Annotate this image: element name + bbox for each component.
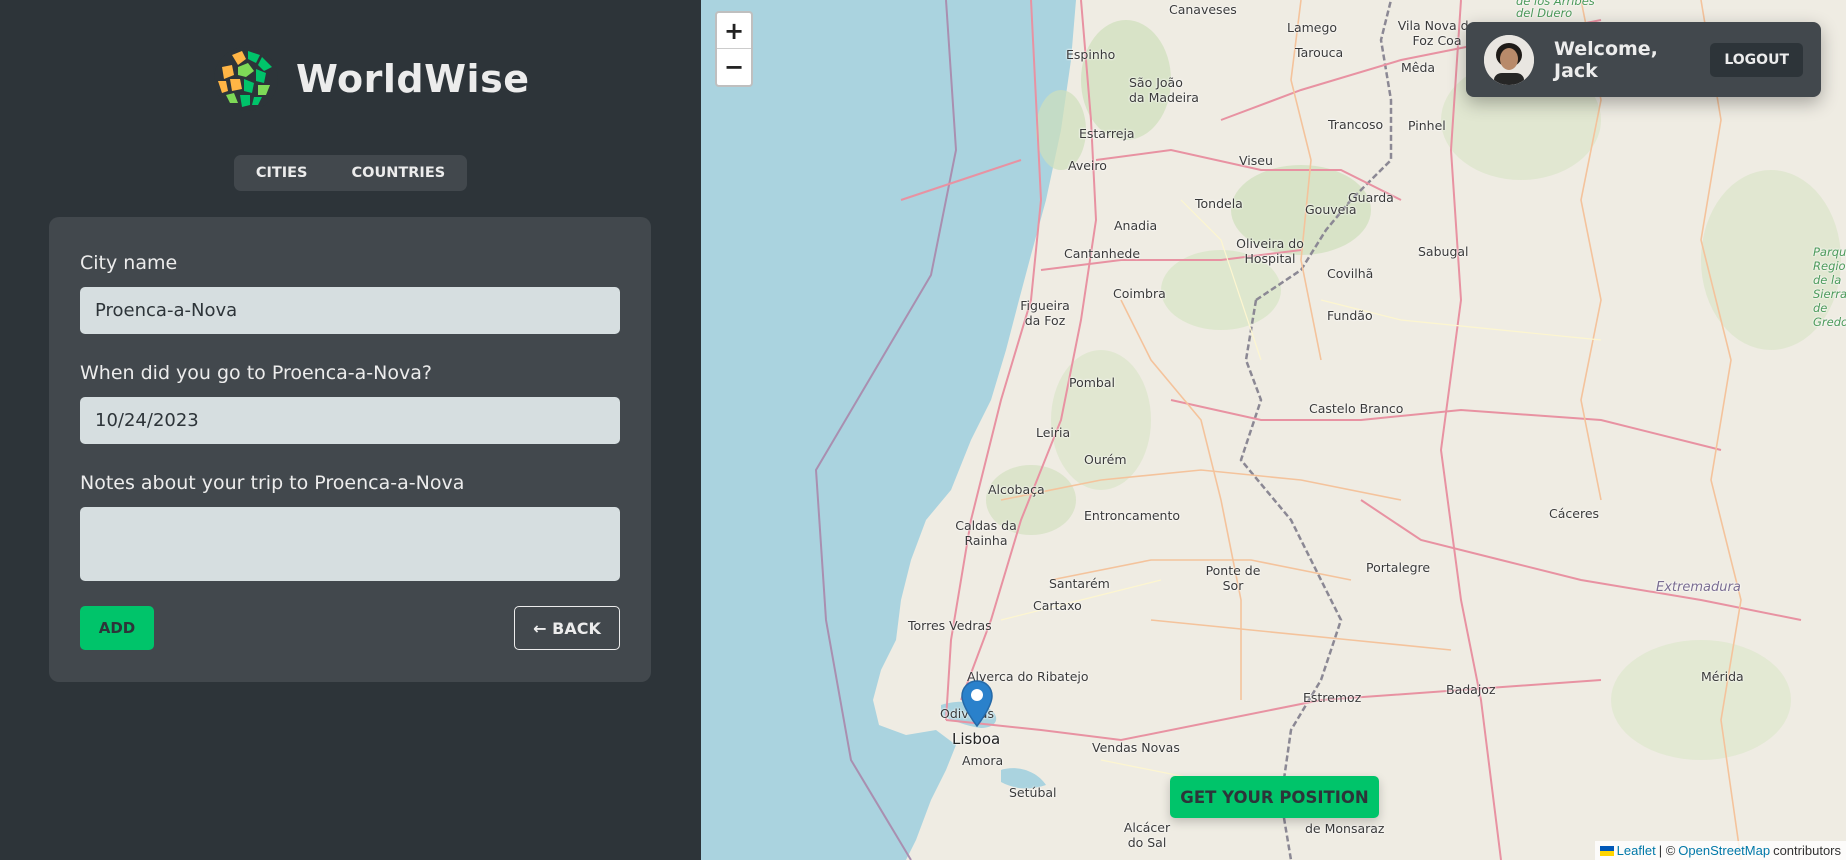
map-label: Oliveira do Hospital <box>1236 236 1304 266</box>
date-input[interactable]: 10/24/2023 <box>80 397 620 444</box>
map-label: Figueira da Foz <box>1020 298 1070 328</box>
map-label: Cáceres <box>1549 506 1600 521</box>
map-attribution: Leaflet | © OpenStreetMap contributors <box>1594 841 1846 860</box>
map-label: Estarreja <box>1079 126 1135 141</box>
map-label: Estremoz <box>1303 690 1362 705</box>
map-label: de Monsaraz <box>1305 821 1385 836</box>
map-label: São João da Madeira <box>1129 75 1199 105</box>
map-label: Mérida <box>1701 669 1744 684</box>
notes-label: Notes about your trip to Proenca-a-Nova <box>80 472 465 494</box>
map-label: Pombal <box>1069 375 1115 390</box>
map-label: Setúbal <box>1009 785 1057 800</box>
app-nav: CITIES COUNTRIES <box>234 155 467 191</box>
map-label: Espinho <box>1066 47 1116 62</box>
park-label: de los Arribes del Duero <box>1516 0 1595 20</box>
city-name-input[interactable]: Proenca-a-Nova <box>80 287 620 334</box>
region-label: Extremadura <box>1656 580 1741 595</box>
map-label: Anadia <box>1114 218 1158 233</box>
map-label: Ourém <box>1084 452 1127 467</box>
map-label: Lisboa <box>952 730 1001 748</box>
map-label: Gouveia <box>1305 202 1357 217</box>
map-label: Alcobaça <box>988 482 1045 497</box>
user-avatar-icon <box>1484 34 1534 85</box>
map-label: Tondela <box>1195 196 1243 211</box>
globe-logo-icon <box>214 47 278 111</box>
tab-cities[interactable]: CITIES <box>234 157 330 189</box>
city-name-label: City name <box>80 252 178 274</box>
map-pin-icon[interactable] <box>960 679 994 729</box>
get-position-button[interactable]: GET YOUR POSITION <box>1170 776 1379 818</box>
map-label: Entroncamento <box>1084 508 1181 523</box>
welcome-text: Welcome, Jack <box>1554 37 1658 82</box>
date-label: When did you go to Proenca-a-Nova? <box>80 362 432 384</box>
map-label: Aveiro <box>1068 158 1107 173</box>
map-label: Canaveses <box>1169 2 1237 17</box>
map-label: Coimbra <box>1113 286 1166 301</box>
sidebar: WorldWise CITIES COUNTRIES City name Pro… <box>0 0 701 860</box>
map-label: Sabugal <box>1418 244 1469 259</box>
map-label: Trancoso <box>1328 117 1384 132</box>
map-label: Mêda <box>1401 60 1436 75</box>
leaflet-link[interactable]: Leaflet <box>1617 843 1656 858</box>
map-label: Portalegre <box>1366 560 1431 575</box>
map-label: Amora <box>962 753 1004 768</box>
map-label: Badajoz <box>1446 682 1496 697</box>
notes-textarea[interactable] <box>80 507 620 581</box>
map-label: Santarém <box>1049 576 1110 591</box>
logout-button[interactable]: LOGOUT <box>1710 42 1803 77</box>
map-container[interactable]: Canaveses Lamego Vila Nova de Foz Coa Es… <box>701 0 1846 860</box>
map-label: Cantanhede <box>1064 246 1141 261</box>
back-button[interactable]: ← BACK <box>514 606 620 650</box>
map-label: Viseu <box>1239 153 1273 168</box>
map-label: Tarouca <box>1295 45 1344 60</box>
map-label: Fundão <box>1327 308 1373 323</box>
add-button[interactable]: ADD <box>80 606 154 650</box>
add-city-form: City name Proenca-a-Nova When did you go… <box>49 217 651 682</box>
avatar <box>1484 34 1534 85</box>
map-label: Ponte de Sor <box>1205 563 1261 593</box>
map-label: Castelo Branco <box>1309 401 1404 416</box>
user-card: Welcome, Jack LOGOUT <box>1466 22 1821 97</box>
osm-link[interactable]: OpenStreetMap <box>1678 843 1770 858</box>
park-label: Parque Regional de la Sierra de Gredos <box>1813 245 1846 329</box>
map-label: Vendas Novas <box>1092 740 1180 755</box>
map-tiles[interactable] <box>701 0 1846 860</box>
map-label: Cartaxo <box>1033 598 1082 613</box>
zoom-in-button[interactable]: + <box>717 13 751 49</box>
map-label: Covilhã <box>1327 266 1374 281</box>
tab-countries[interactable]: COUNTRIES <box>330 157 468 189</box>
map-label: Pinhel <box>1408 118 1446 133</box>
zoom-control: + − <box>715 11 753 87</box>
app-name: WorldWise <box>296 57 530 101</box>
map-label: Caldas da Rainha <box>955 518 1017 548</box>
map-label: Vila Nova de Foz Coa <box>1397 18 1477 48</box>
map-label: Alcácer do Sal <box>1123 820 1171 850</box>
map-label: Torres Vedras <box>908 618 992 633</box>
ukraine-flag-icon <box>1599 845 1614 856</box>
attribution-separator: | © <box>1658 843 1676 858</box>
zoom-out-button[interactable]: − <box>717 49 751 85</box>
map-label: Lamego <box>1287 20 1338 35</box>
map-label: Leiria <box>1036 425 1071 440</box>
app-logo[interactable]: WorldWise <box>212 45 529 113</box>
attribution-suffix: contributors <box>1773 843 1841 858</box>
